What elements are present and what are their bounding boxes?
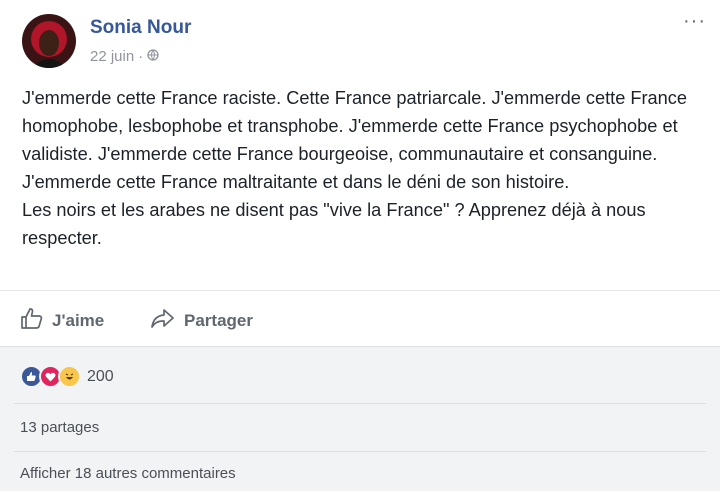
divider xyxy=(14,451,706,452)
share-label: Partager xyxy=(184,310,253,330)
post-meta: 22 juin · xyxy=(90,48,159,65)
post-paragraph: Les noirs et les arabes ne disent pas "v… xyxy=(22,200,646,248)
post-paragraph: J'emmerde cette France raciste. Cette Fr… xyxy=(22,88,687,192)
author-name[interactable]: Sonia Nour xyxy=(90,17,191,39)
privacy-globe-icon[interactable] xyxy=(147,48,159,65)
thumbs-up-icon xyxy=(20,307,44,334)
shares-count-link[interactable]: 13 partages xyxy=(20,419,99,436)
share-arrow-icon xyxy=(150,307,176,334)
avatar[interactable] xyxy=(22,14,76,68)
like-button[interactable]: J'aime xyxy=(20,307,104,334)
haha-reaction-icon xyxy=(58,365,81,388)
divider xyxy=(14,403,706,404)
reactions-summary[interactable]: 200 xyxy=(20,365,114,388)
more-options-button[interactable]: ··· xyxy=(683,10,706,33)
facebook-post: Sonia Nour 22 juin · ··· J'emmerde cette… xyxy=(0,0,720,491)
feedback-section: 200 13 partages Afficher 18 autres comme… xyxy=(0,346,720,491)
reaction-count: 200 xyxy=(87,367,114,385)
share-button[interactable]: Partager xyxy=(150,307,253,334)
meta-separator: · xyxy=(138,48,144,65)
view-more-comments-link[interactable]: Afficher 18 autres commentaires xyxy=(20,465,236,482)
like-label: J'aime xyxy=(52,310,105,330)
post-text: J'emmerde cette France raciste. Cette Fr… xyxy=(22,84,702,252)
post-date[interactable]: 22 juin xyxy=(90,48,134,65)
action-bar: J'aime Partager xyxy=(0,290,720,347)
